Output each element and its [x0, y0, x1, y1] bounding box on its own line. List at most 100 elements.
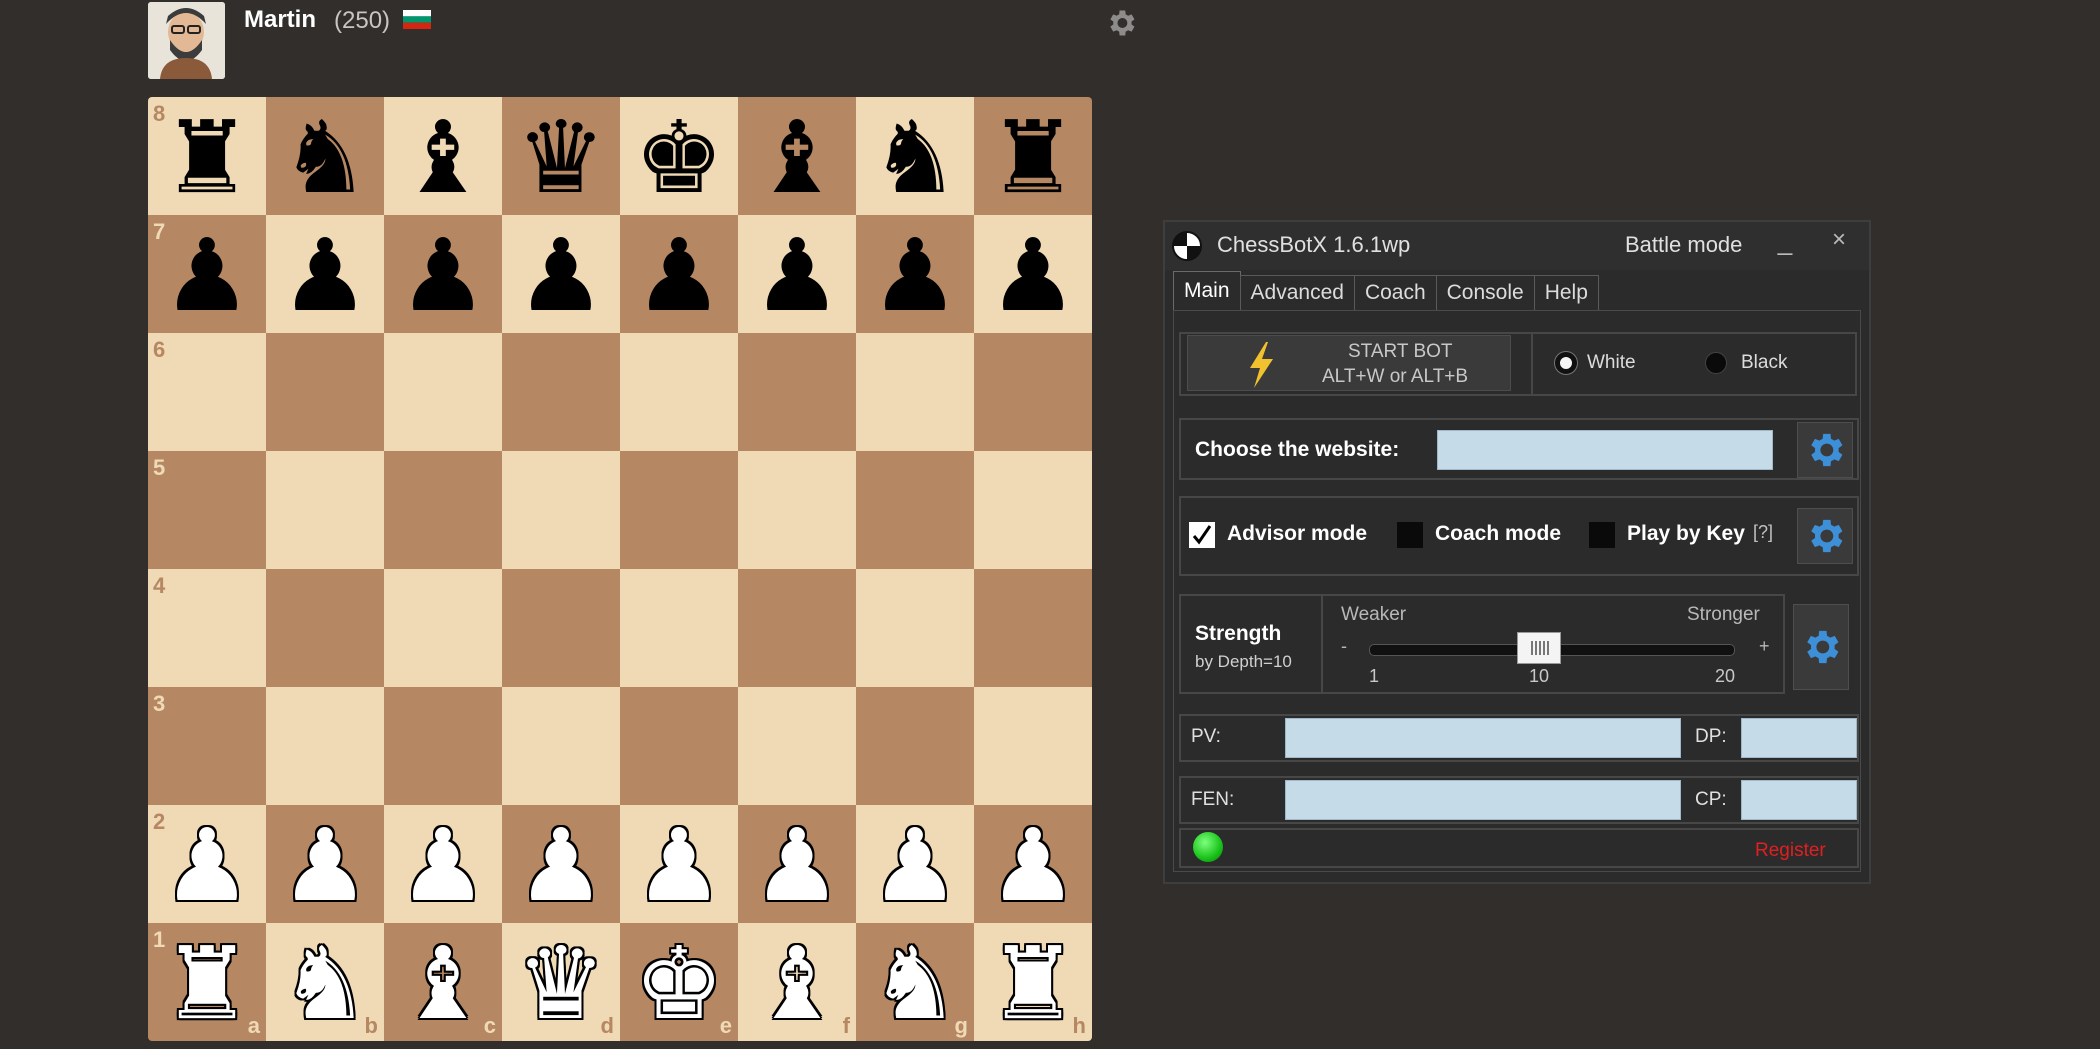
white-pawn-icon[interactable]: ♟	[752, 816, 842, 916]
white-rook-icon[interactable]: ♜	[162, 934, 252, 1034]
square-f2[interactable]: ♟	[738, 805, 856, 923]
square-d1[interactable]: d ♛	[502, 923, 620, 1041]
square-c1[interactable]: c ♝	[384, 923, 502, 1041]
square-a7[interactable]: 7 ♟	[148, 215, 266, 333]
square-c8[interactable]: ♝	[384, 97, 502, 215]
square-g4[interactable]	[856, 569, 974, 687]
square-b2[interactable]: ♟	[266, 805, 384, 923]
square-d3[interactable]	[502, 687, 620, 805]
black-bishop-icon[interactable]: ♝	[398, 108, 488, 208]
square-g3[interactable]	[856, 687, 974, 805]
white-pawn-icon[interactable]: ♟	[516, 816, 606, 916]
square-e1[interactable]: e ♚	[620, 923, 738, 1041]
square-h4[interactable]	[974, 569, 1092, 687]
black-pawn-icon[interactable]: ♟	[752, 226, 842, 326]
square-e7[interactable]: ♟	[620, 215, 738, 333]
white-pawn-icon[interactable]: ♟	[988, 816, 1078, 916]
square-d8[interactable]: ♛	[502, 97, 620, 215]
white-pawn-icon[interactable]: ♟	[398, 816, 488, 916]
square-d5[interactable]	[502, 451, 620, 569]
square-b1[interactable]: b ♞	[266, 923, 384, 1041]
black-pawn-icon[interactable]: ♟	[162, 226, 252, 326]
square-b6[interactable]	[266, 333, 384, 451]
square-f4[interactable]	[738, 569, 856, 687]
start-bot-button[interactable]: START BOT ALT+W or ALT+B	[1187, 335, 1511, 391]
tab-advanced[interactable]: Advanced	[1239, 275, 1355, 310]
options-settings-button[interactable]	[1797, 508, 1853, 564]
square-d4[interactable]	[502, 569, 620, 687]
website-input[interactable]	[1437, 430, 1773, 470]
square-b3[interactable]	[266, 687, 384, 805]
black-pawn-icon[interactable]: ♟	[870, 226, 960, 326]
square-b5[interactable]	[266, 451, 384, 569]
player-name[interactable]: Martin	[244, 6, 316, 34]
tab-help[interactable]: Help	[1533, 275, 1599, 310]
black-rook-icon[interactable]: ♜	[988, 108, 1078, 208]
white-king-icon[interactable]: ♚	[634, 934, 724, 1034]
square-f8[interactable]: ♝	[738, 97, 856, 215]
cp-field[interactable]	[1741, 780, 1857, 820]
square-h7[interactable]: ♟	[974, 215, 1092, 333]
square-e6[interactable]	[620, 333, 738, 451]
square-g8[interactable]: ♞	[856, 97, 974, 215]
square-h3[interactable]	[974, 687, 1092, 805]
square-g2[interactable]: ♟	[856, 805, 974, 923]
square-g1[interactable]: g ♞	[856, 923, 974, 1041]
black-knight-icon[interactable]: ♞	[280, 108, 370, 208]
square-a2[interactable]: 2 ♟	[148, 805, 266, 923]
square-c4[interactable]	[384, 569, 502, 687]
square-e5[interactable]	[620, 451, 738, 569]
square-h5[interactable]	[974, 451, 1092, 569]
tab-main[interactable]: Main	[1173, 271, 1241, 310]
square-f5[interactable]	[738, 451, 856, 569]
pv-field[interactable]	[1285, 718, 1681, 758]
square-f7[interactable]: ♟	[738, 215, 856, 333]
square-c6[interactable]	[384, 333, 502, 451]
dp-field[interactable]	[1741, 718, 1857, 758]
tab-console[interactable]: Console	[1435, 275, 1535, 310]
square-h2[interactable]: ♟	[974, 805, 1092, 923]
white-rook-icon[interactable]: ♜	[988, 934, 1078, 1034]
white-pawn-icon[interactable]: ♟	[870, 816, 960, 916]
square-a8[interactable]: 8 ♜	[148, 97, 266, 215]
white-queen-icon[interactable]: ♛	[516, 934, 606, 1034]
close-button[interactable]: ×	[1825, 226, 1853, 260]
square-g7[interactable]: ♟	[856, 215, 974, 333]
white-bishop-icon[interactable]: ♝	[398, 934, 488, 1034]
square-b8[interactable]: ♞	[266, 97, 384, 215]
white-radio[interactable]	[1555, 352, 1577, 374]
minimize-button[interactable]: _	[1771, 226, 1799, 260]
square-e8[interactable]: ♚	[620, 97, 738, 215]
square-a4[interactable]: 4	[148, 569, 266, 687]
square-e2[interactable]: ♟	[620, 805, 738, 923]
square-b7[interactable]: ♟	[266, 215, 384, 333]
square-d7[interactable]: ♟	[502, 215, 620, 333]
square-a5[interactable]: 5	[148, 451, 266, 569]
play-by-key-help-link[interactable]: [?]	[1753, 522, 1773, 543]
black-pawn-icon[interactable]: ♟	[398, 226, 488, 326]
white-pawn-icon[interactable]: ♟	[162, 816, 252, 916]
white-pawn-icon[interactable]: ♟	[634, 816, 724, 916]
register-link[interactable]: Register	[1755, 840, 1826, 862]
battle-mode-label[interactable]: Battle mode	[1625, 232, 1742, 258]
square-a3[interactable]: 3	[148, 687, 266, 805]
white-bishop-icon[interactable]: ♝	[752, 934, 842, 1034]
coach-mode-checkbox[interactable]	[1397, 522, 1423, 548]
square-g6[interactable]	[856, 333, 974, 451]
square-f1[interactable]: f ♝	[738, 923, 856, 1041]
window-titlebar[interactable]: ChessBotX 1.6.1wp Battle mode _ ×	[1165, 222, 1869, 270]
play-by-key-checkbox[interactable]	[1589, 522, 1615, 548]
square-c3[interactable]	[384, 687, 502, 805]
square-h6[interactable]	[974, 333, 1092, 451]
gear-icon[interactable]	[1104, 6, 1138, 40]
square-e4[interactable]	[620, 569, 738, 687]
black-king-icon[interactable]: ♚	[634, 108, 724, 208]
square-h1[interactable]: h ♜	[974, 923, 1092, 1041]
black-radio[interactable]	[1705, 352, 1727, 374]
black-pawn-icon[interactable]: ♟	[280, 226, 370, 326]
black-queen-icon[interactable]: ♛	[516, 108, 606, 208]
black-pawn-icon[interactable]: ♟	[516, 226, 606, 326]
square-f6[interactable]	[738, 333, 856, 451]
square-a1[interactable]: 1 a ♜	[148, 923, 266, 1041]
strength-settings-button[interactable]	[1793, 604, 1849, 690]
